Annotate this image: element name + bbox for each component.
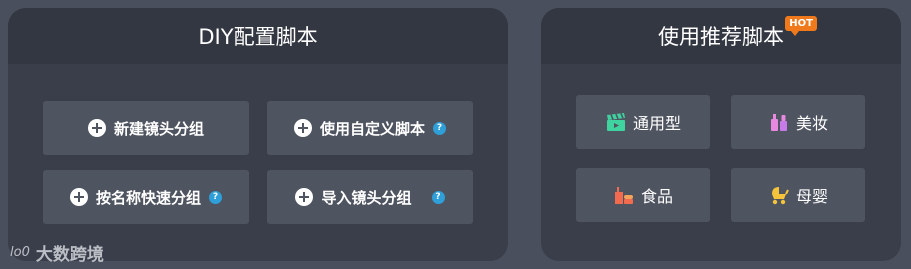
plus-circle-icon [69,188,88,206]
category-beauty-label: 美妆 [795,114,828,133]
custom-script-label: 使用自定义脚本 [319,119,425,138]
category-food-label: 食品 [640,187,673,206]
diy-panel-header: DIY配置脚本 [8,8,508,64]
help-icon[interactable]: ? [209,190,222,204]
plus-circle-icon [87,119,106,137]
help-icon[interactable]: ? [433,121,446,135]
clapperboard-icon [606,113,625,131]
category-baby-button[interactable]: 母婴 [731,168,865,222]
stroller-icon [771,187,789,205]
plus-circle-icon [295,188,314,206]
new-shot-group-label: 新建镜头分组 [113,119,204,138]
category-beauty-button[interactable]: 美妆 [731,95,865,149]
plus-circle-icon [293,119,312,137]
category-baby-label: 母婴 [795,187,828,206]
watermark: lo0 大数跨境 [10,240,104,265]
watermark-text: 大数跨境 [35,245,104,265]
hot-badge: HOT [785,16,817,36]
new-shot-group-button[interactable]: 新建镜头分组 [43,101,249,155]
import-shot-group-label: 导入镜头分组 [321,188,412,207]
custom-script-button[interactable]: 使用自定义脚本 ? [267,101,473,155]
recommend-panel-header: 使用推荐脚本 HOT [541,8,901,64]
category-food-button[interactable]: 食品 [576,168,710,222]
quick-group-by-name-button[interactable]: 按名称快速分组 ? [43,170,249,224]
diy-script-panel: DIY配置脚本 新建镜头分组 使用自定义脚本 ? 按名称快速分组 ? 导入镜头分… [8,8,508,261]
import-shot-group-button[interactable]: 导入镜头分组 ? [267,170,473,224]
diy-panel-title: DIY配置脚本 [198,25,318,49]
watermark-logo: lo0 [10,245,30,260]
cosmetics-icon [770,114,787,131]
help-icon[interactable]: ? [431,190,445,204]
category-general-label: 通用型 [632,114,681,133]
recommend-panel-title: 使用推荐脚本 [658,25,784,49]
food-icon [614,187,633,204]
category-general-button[interactable]: 通用型 [576,95,710,149]
recommended-script-panel: 使用推荐脚本 HOT 通用型 美妆 食品 母婴 [541,8,901,261]
quick-group-label: 按名称快速分组 [95,188,201,207]
